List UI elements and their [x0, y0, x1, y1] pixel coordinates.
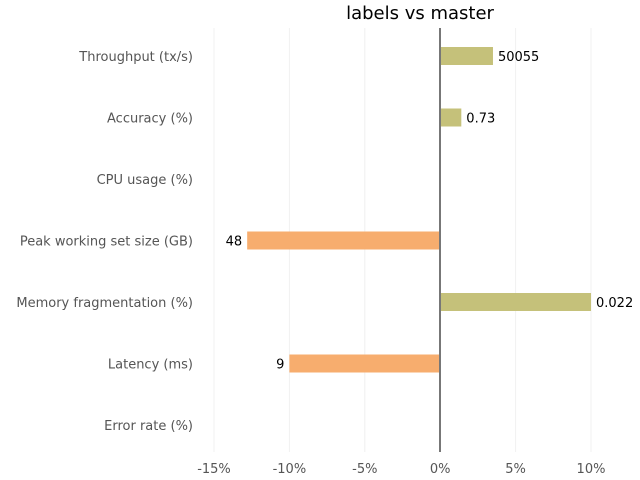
bar	[440, 47, 493, 65]
bars	[247, 47, 591, 373]
bar	[440, 108, 462, 127]
value-label: 0.022	[596, 296, 633, 311]
value-labels: 50055 0.73 48 0.022 9	[226, 50, 634, 373]
x-tick-label: 0%	[430, 462, 451, 477]
bar	[440, 293, 591, 311]
bar	[247, 231, 441, 250]
value-label: 50055	[498, 50, 539, 65]
x-tick-label: -5%	[352, 462, 377, 477]
category-label: CPU usage (%)	[97, 173, 193, 188]
chart-title: labels vs master	[346, 3, 494, 24]
value-label: 0.73	[466, 112, 495, 127]
x-tick-label: 10%	[577, 462, 606, 477]
x-tick-label: -10%	[273, 462, 307, 477]
x-axis-ticks: -15% -10% -5% 0% 5% 10%	[197, 462, 605, 477]
category-label: Throughput (tx/s)	[78, 50, 193, 65]
category-label: Memory fragmentation (%)	[16, 296, 193, 311]
value-label: 9	[276, 358, 284, 373]
bar	[289, 354, 441, 373]
category-label: Error rate (%)	[104, 419, 193, 434]
value-label: 48	[226, 235, 243, 250]
x-tick-label: 5%	[505, 462, 526, 477]
category-label: Latency (ms)	[108, 358, 193, 373]
chart: labels vs master Throughput (tx/s) Accura…	[16, 3, 634, 477]
x-tick-label: -15%	[197, 462, 231, 477]
category-labels: Throughput (tx/s) Accuracy (%) CPU usage (…	[16, 50, 193, 434]
category-label: Peak working set size (GB)	[20, 235, 193, 250]
category-label: Accuracy (%)	[107, 112, 193, 127]
